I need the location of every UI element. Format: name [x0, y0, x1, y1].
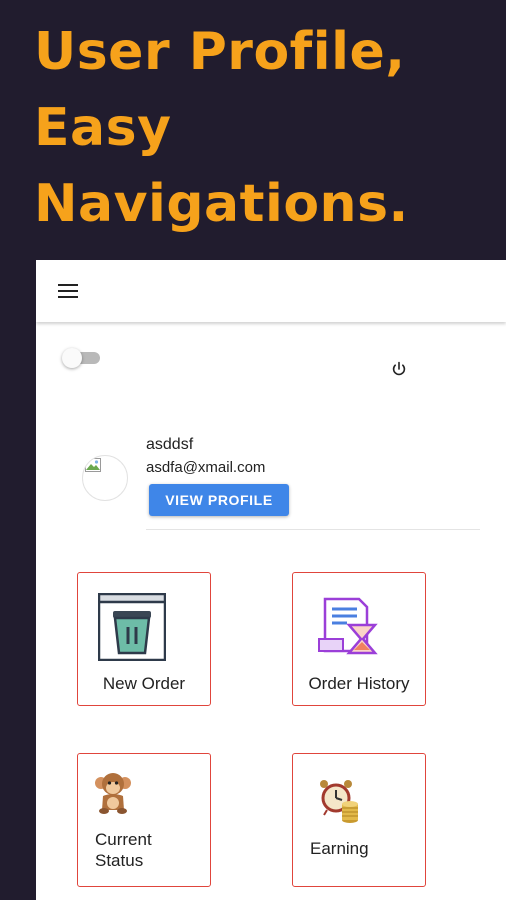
tile-label: Earning — [310, 839, 369, 858]
headline-line-2: Easy — [34, 98, 172, 158]
tile-label: Order History — [308, 674, 410, 693]
tile-label: Current Status — [95, 829, 205, 871]
toggle-knob — [62, 348, 82, 368]
monkey-icon — [95, 773, 131, 814]
app-screen: asddsf asdfa@xmail.com VIEW PROFILE New … — [36, 260, 506, 900]
tile-order-history[interactable]: Order History — [292, 572, 426, 706]
tile-label: New Order — [102, 674, 186, 693]
view-profile-button[interactable]: VIEW PROFILE — [149, 484, 289, 516]
avatar[interactable] — [82, 455, 128, 501]
tile-label-line-1: Current — [95, 830, 152, 849]
headline-line-3: Navigations. — [34, 174, 409, 234]
tile-current-status[interactable]: Current Status — [77, 753, 211, 887]
promo-headline: User Profile, Easy Navigations. — [34, 14, 504, 242]
alarm-clock-coins-icon — [320, 780, 358, 823]
tile-label-line-2: Status — [95, 851, 144, 870]
hamburger-menu-icon[interactable] — [58, 284, 78, 298]
profile-name: asddsf — [146, 436, 194, 453]
broken-image-icon — [85, 458, 101, 472]
app-toolbar — [36, 260, 506, 322]
headline-line-1: User Profile, — [34, 22, 406, 82]
profile-email: asdfa@xmail.com — [146, 459, 266, 476]
tile-earning[interactable]: Earning — [292, 753, 426, 887]
trash-bin-icon — [98, 593, 166, 661]
profile-divider — [146, 529, 480, 530]
document-hourglass-icon — [318, 597, 378, 655]
tile-new-order[interactable]: New Order — [77, 572, 211, 706]
power-icon[interactable] — [390, 360, 408, 378]
theme-toggle-switch[interactable] — [62, 348, 104, 368]
